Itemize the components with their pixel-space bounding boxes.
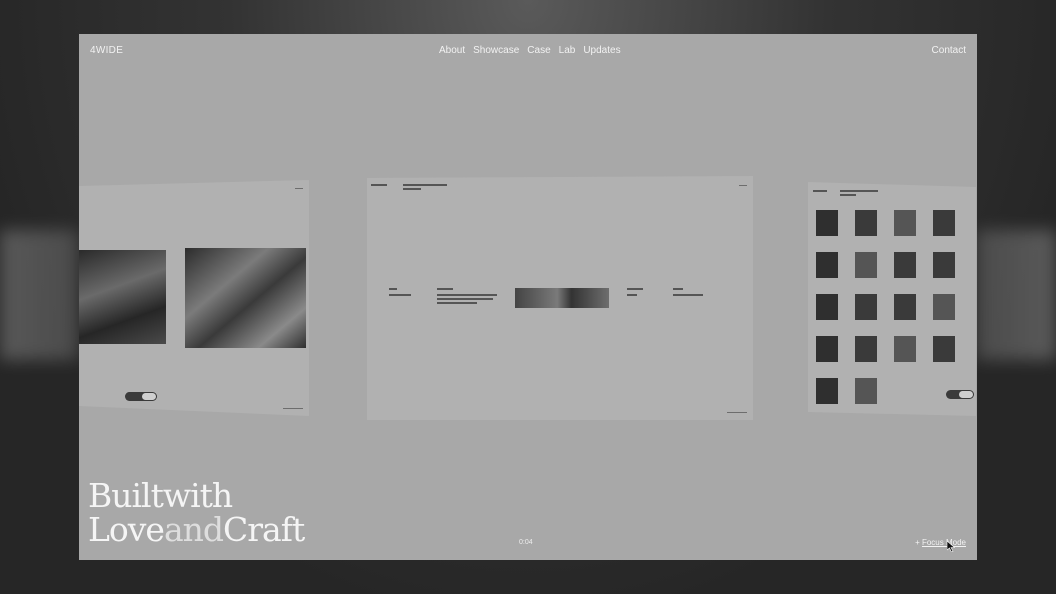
nav-links: About Showcase Case Lab Updates xyxy=(439,45,621,56)
card-meta-text-3 xyxy=(673,288,683,290)
blurred-side-left xyxy=(0,230,78,360)
card-paragraph-line xyxy=(437,302,477,304)
hero-line-2: LoveandCraft xyxy=(88,510,305,549)
nav-link-lab[interactable]: Lab xyxy=(559,45,576,56)
card-paragraph-line xyxy=(437,298,493,300)
gallery-thumbnail[interactable] xyxy=(855,294,877,320)
card-logo-mark xyxy=(813,190,827,192)
gallery-thumbnail[interactable] xyxy=(855,378,877,404)
card-toggle[interactable] xyxy=(125,392,157,401)
card-toggle[interactable] xyxy=(946,390,974,399)
card-header-text xyxy=(403,184,447,186)
gallery-thumbnail[interactable] xyxy=(816,252,838,278)
card-footer-mark xyxy=(727,412,747,413)
card-header-text-2 xyxy=(840,194,856,196)
card-corner-mark xyxy=(295,188,303,189)
focus-mode-label: Focus Mode xyxy=(921,538,966,547)
card-banner-image xyxy=(515,288,609,308)
card-label xyxy=(389,288,397,290)
nav-link-updates[interactable]: Updates xyxy=(583,45,620,56)
hero-headline: Builtwith LoveandCraft xyxy=(88,476,305,549)
showcase-card-left[interactable] xyxy=(79,180,309,416)
timer-readout: 0:04 xyxy=(519,539,533,546)
gallery-thumbnail[interactable] xyxy=(816,210,838,236)
plus-icon: + xyxy=(915,538,920,547)
hero-word-craft: Craft xyxy=(223,510,305,549)
gallery-thumbnail[interactable] xyxy=(894,252,916,278)
card-footer-mark xyxy=(283,408,303,409)
gallery-thumbnail[interactable] xyxy=(933,294,955,320)
card-paragraph-line xyxy=(437,294,497,296)
showcase-card-right[interactable] xyxy=(808,182,976,416)
nav-link-about[interactable]: About xyxy=(439,45,465,56)
card-meta-text-4 xyxy=(673,294,703,296)
site-logo[interactable]: 4WIDE xyxy=(90,45,123,56)
top-nav: 4WIDE About Showcase Case Lab Updates Co… xyxy=(79,34,977,66)
nav-link-case[interactable]: Case xyxy=(527,45,550,56)
gallery-thumbnail[interactable] xyxy=(894,294,916,320)
card-header-text xyxy=(840,190,878,192)
blurred-side-right xyxy=(976,230,1056,360)
nav-link-showcase[interactable]: Showcase xyxy=(473,45,519,56)
card-header-text-2 xyxy=(403,188,421,190)
focus-mode-button[interactable]: + Focus Mode xyxy=(915,538,966,547)
gallery-thumbnail[interactable] xyxy=(816,294,838,320)
gallery-thumbnail[interactable] xyxy=(933,210,955,236)
card-corner-mark xyxy=(739,185,747,186)
gallery-thumbnail[interactable] xyxy=(894,210,916,236)
gallery-thumbnail[interactable] xyxy=(894,336,916,362)
arrow-cursor-icon xyxy=(946,540,956,555)
gallery-thumbnail[interactable] xyxy=(933,252,955,278)
card-meta-text xyxy=(627,288,643,290)
hero-line-1: Builtwith xyxy=(88,476,233,515)
gallery-thumbnail[interactable] xyxy=(816,378,838,404)
foliage-image xyxy=(185,248,306,348)
card-logo-mark xyxy=(371,184,387,186)
card-label-2 xyxy=(389,294,411,296)
gallery-thumbnail[interactable] xyxy=(855,210,877,236)
site-preview-frame: 4WIDE About Showcase Case Lab Updates Co… xyxy=(79,34,977,560)
thumbnail-grid xyxy=(816,210,955,404)
card-paragraph-title xyxy=(437,288,453,290)
gallery-thumbnail[interactable] xyxy=(933,336,955,362)
forest-path-image xyxy=(79,250,166,344)
gallery-thumbnail[interactable] xyxy=(855,336,877,362)
gallery-thumbnail[interactable] xyxy=(816,336,838,362)
card-meta-text-2 xyxy=(627,294,637,296)
hero-word-love: Love xyxy=(88,510,165,549)
gallery-thumbnail[interactable] xyxy=(855,252,877,278)
showcase-card-center[interactable] xyxy=(367,176,753,420)
hero-word-and: and xyxy=(163,510,224,549)
nav-link-contact[interactable]: Contact xyxy=(932,45,966,56)
